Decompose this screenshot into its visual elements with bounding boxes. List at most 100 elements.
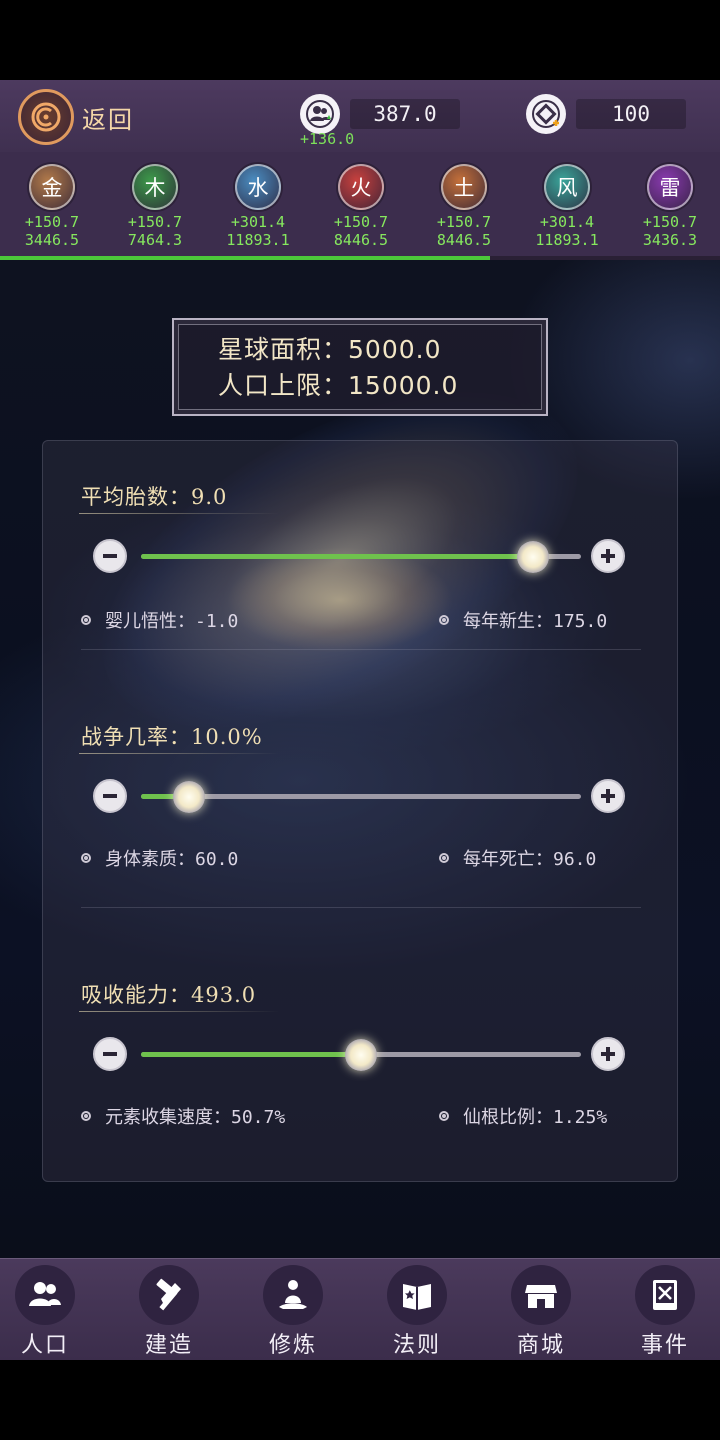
plus-icon [601, 1047, 615, 1061]
element-stat: 土 +150.7 8446.5 [412, 164, 516, 249]
planet-area-value: 5000.0 [348, 335, 442, 364]
stat-left: 身体素质：60.0 [81, 845, 238, 871]
people-icon [15, 1265, 75, 1325]
population-cap-line: 人口上限：15000.0 [218, 366, 458, 402]
currency-value: 100 [576, 99, 686, 129]
nav-item-population[interactable]: 人口 [0, 1265, 95, 1359]
slider-track[interactable] [141, 1039, 581, 1071]
planet-area-label: 星球面积： [218, 335, 349, 364]
stat-right: 仙根比例：1.25% [439, 1103, 607, 1129]
nav-label: 建造 [144, 1333, 193, 1358]
element-total: 3446.5 [24, 231, 80, 249]
stat-left-text: 元素收集速度：50.7% [105, 1107, 286, 1128]
setting-title: 平均胎数：9.0 [81, 485, 228, 509]
stat-right-text: 每年新生：175.0 [463, 611, 608, 632]
population-delta: +136.0 [300, 130, 355, 148]
increase-button[interactable] [591, 539, 625, 573]
element-rate: +150.7 [24, 213, 80, 231]
slider-track[interactable] [141, 541, 581, 573]
element-icon[interactable]: 风 [544, 164, 590, 210]
meditation-icon [263, 1265, 323, 1325]
population-value: 387.0 [350, 99, 460, 129]
nav-label: 事件 [640, 1333, 689, 1358]
element-stat: 风 +301.4 11893.1 [515, 164, 619, 249]
decrease-button[interactable] [93, 779, 127, 813]
slider-fill [141, 554, 533, 559]
increase-button[interactable] [591, 779, 625, 813]
stat-left: 婴儿悟性：-1.0 [81, 607, 238, 633]
element-stat: 金 +150.7 3446.5 [0, 164, 104, 249]
element-total: 11893.1 [535, 231, 599, 249]
nav-item-event[interactable]: 事件 [615, 1265, 715, 1359]
population-icon [300, 94, 340, 134]
element-icon[interactable]: 火 [338, 164, 384, 210]
increase-button[interactable] [591, 1037, 625, 1071]
element-stat: 火 +150.7 8446.5 [309, 164, 413, 249]
stat-left-text: 身体素质：60.0 [105, 849, 239, 870]
decrease-button[interactable] [93, 539, 127, 573]
element-icon[interactable]: 木 [132, 164, 178, 210]
slider-knob[interactable] [173, 781, 206, 813]
title-underline [79, 753, 279, 754]
nav-item-law[interactable]: 法则 [367, 1265, 467, 1359]
element-total: 3436.3 [642, 231, 698, 249]
back-label: 返回 [82, 105, 134, 134]
event-book-icon [635, 1265, 695, 1325]
stat-left-text: 婴儿悟性：-1.0 [105, 611, 239, 632]
minus-icon [103, 1052, 117, 1056]
setting-title: 战争几率：10.0% [81, 725, 263, 749]
hammer-icon [139, 1265, 199, 1325]
element-icon[interactable]: 水 [235, 164, 281, 210]
bullet-icon [439, 615, 449, 625]
element-stat: 雷 +150.7 3436.3 [618, 164, 720, 249]
slider-track[interactable] [141, 781, 581, 813]
element-icon[interactable]: 土 [441, 164, 487, 210]
nav-label: 修炼 [268, 1333, 317, 1358]
nav-label: 法则 [392, 1333, 441, 1358]
slider-knob[interactable] [345, 1039, 377, 1071]
nav-item-build[interactable]: 建造 [119, 1265, 219, 1359]
element-total: 8446.5 [333, 231, 389, 249]
population-cap-label: 人口上限： [218, 371, 349, 400]
slider-fill [141, 1052, 361, 1057]
element-icon[interactable]: 雷 [647, 164, 693, 210]
bullet-icon [439, 1111, 449, 1121]
top-bar: 返回 387.0 +136.0 100 [0, 80, 720, 152]
planet-area-line: 星球面积：5000.0 [218, 330, 442, 366]
element-rate: +150.7 [642, 213, 698, 231]
element-rate: +301.4 [230, 213, 286, 231]
decrease-button[interactable] [93, 1037, 127, 1071]
minus-icon [103, 554, 117, 558]
stat-right-text: 仙根比例：1.25% [463, 1107, 608, 1128]
plus-icon [601, 789, 615, 803]
back-icon [18, 89, 74, 145]
element-rate: +301.4 [539, 213, 595, 231]
nav-item-cultivate[interactable]: 修炼 [243, 1265, 343, 1359]
currency-icon[interactable] [526, 94, 566, 134]
divider [81, 907, 641, 908]
element-icon[interactable]: 金 [29, 164, 75, 210]
nav-label: 商城 [516, 1333, 565, 1358]
divider [81, 649, 641, 650]
stat-right-text: 每年死亡：96.0 [463, 849, 597, 870]
population-resource: 387.0 [300, 94, 460, 134]
element-total: 7464.3 [127, 231, 183, 249]
back-button[interactable]: 返回 [18, 89, 134, 145]
nav-label: 人口 [20, 1333, 69, 1358]
stat-right: 每年新生：175.0 [439, 607, 607, 633]
shop-icon [511, 1265, 571, 1325]
law-book-icon [387, 1265, 447, 1325]
bullet-icon [81, 615, 91, 625]
bullet-icon [81, 1111, 91, 1121]
population-cap-value: 15000.0 [348, 371, 459, 400]
bullet-icon [439, 853, 449, 863]
nav-item-shop[interactable]: 商城 [491, 1265, 591, 1359]
setting-title: 吸收能力：493.0 [81, 983, 257, 1007]
element-total: 11893.1 [226, 231, 290, 249]
element-total: 8446.5 [436, 231, 492, 249]
currency-resource: 100 [526, 94, 686, 134]
slider-knob[interactable] [516, 541, 549, 573]
planet-view: 星球面积：5000.0 人口上限：15000.0 平均胎数：9.0 婴儿悟性：-… [0, 260, 720, 1258]
element-rate: +150.7 [333, 213, 389, 231]
element-stat: 水 +301.4 11893.1 [206, 164, 310, 249]
